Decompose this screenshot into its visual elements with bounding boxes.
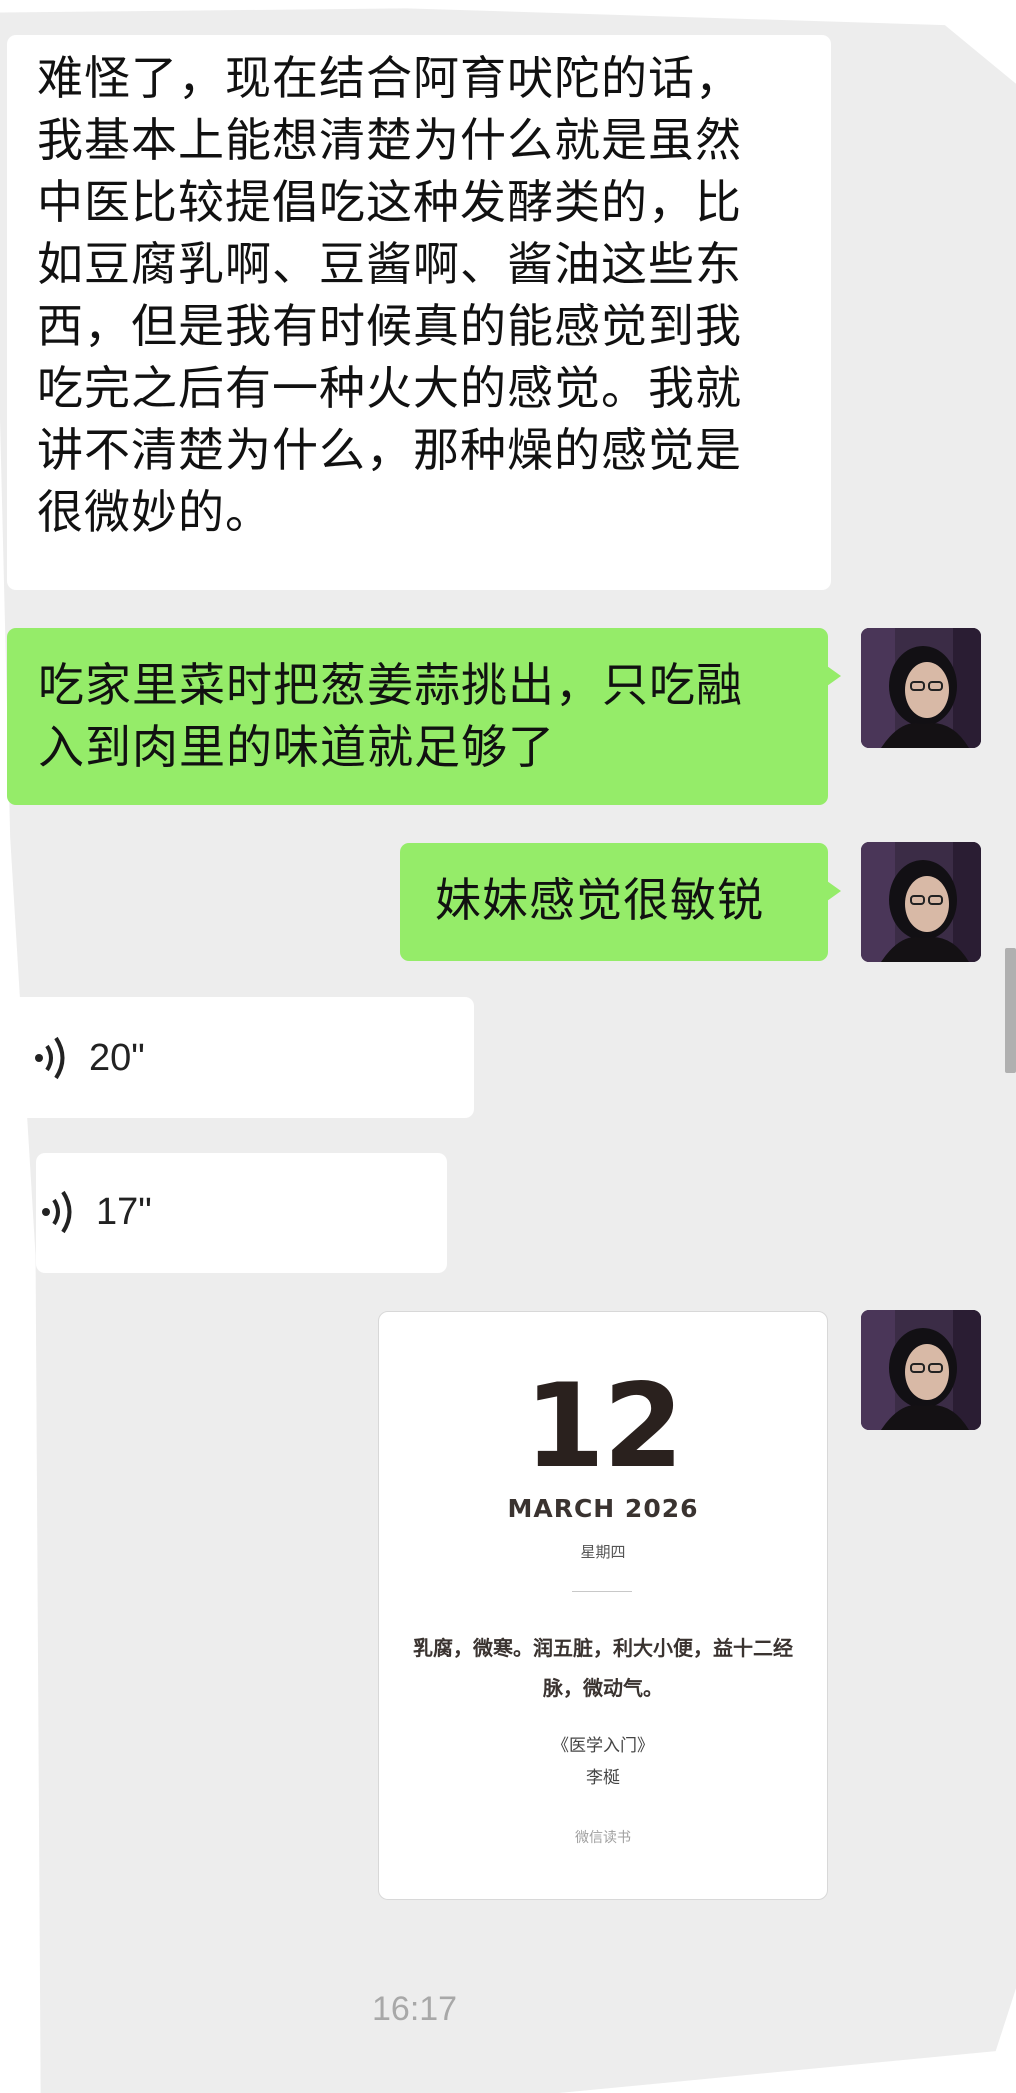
avatar[interactable] (861, 1310, 981, 1430)
card-divider (572, 1591, 632, 1592)
card-weekday: 星期四 (580, 1543, 626, 1561)
voice-wave-icon (42, 1190, 72, 1234)
message-text: 妹妹感觉很敏锐 (435, 873, 764, 927)
voice-duration: 17" (96, 1190, 152, 1233)
message-text: 难怪了，现在结合阿育吠陀的话， 我基本上能想清楚为什么就是虽然 中医比较提倡吃这… (37, 51, 742, 539)
card-source: 微信读书 (575, 1830, 631, 1846)
book-quote-card[interactable]: 12 MARCH 2026 星期四 乳腐，微寒。润五脏，利大小便，益十二经脉，微… (378, 1311, 828, 1900)
message-text: 吃家里菜时把葱姜蒜挑出，只吃融 入到肉里的味道就足够了 (38, 658, 743, 774)
card-quote: 乳腐，微寒。润五脏，利大小便，益十二经脉，微动气。 (413, 1636, 793, 1700)
card-day: 12 (524, 1359, 683, 1494)
avatar[interactable] (861, 842, 981, 962)
avatar[interactable] (861, 628, 981, 748)
voice-message-bubble[interactable]: 20" (0, 997, 474, 1118)
user-avatar-icon (861, 842, 981, 962)
outgoing-text-bubble[interactable]: 吃家里菜时把葱姜蒜挑出，只吃融 入到肉里的味道就足够了 (7, 628, 841, 805)
voice-duration: 20" (89, 1036, 145, 1079)
user-avatar-icon (861, 1310, 981, 1430)
voice-message-bubble[interactable]: 17" (36, 1153, 447, 1273)
voice-wave-icon (35, 1036, 65, 1080)
card-author: 李梴 (586, 1768, 620, 1788)
scrollbar[interactable] (1005, 948, 1016, 1073)
outgoing-text-bubble[interactable]: 妹妹感觉很敏锐 (400, 843, 841, 961)
incoming-text-bubble[interactable]: 难怪了，现在结合阿育吠陀的话， 我基本上能想清楚为什么就是虽然 中医比较提倡吃这… (7, 35, 831, 590)
message-timestamp: 16:17 (372, 1990, 458, 2028)
card-month: MARCH 2026 (507, 1494, 699, 1523)
user-avatar-icon (861, 628, 981, 748)
card-book-title: 《医学入门》 (552, 1736, 654, 1756)
